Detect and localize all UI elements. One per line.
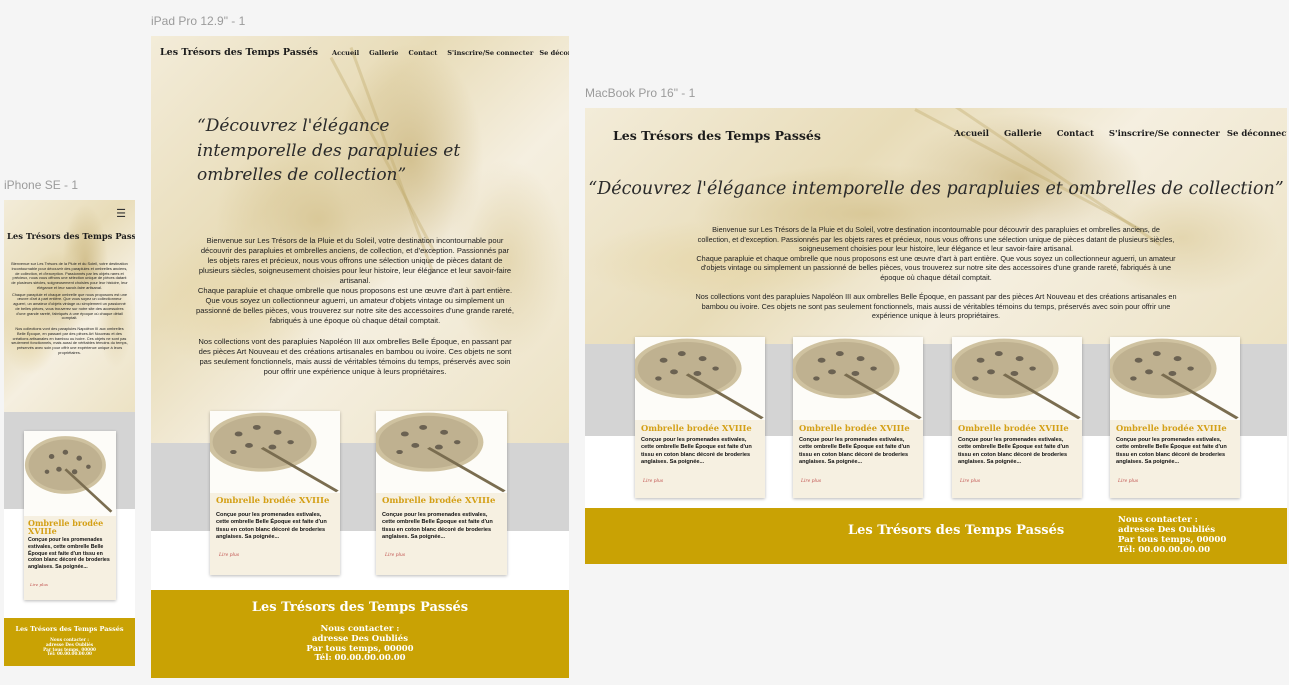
site-footer: Les Trésors des Temps Passés Nous contac…	[4, 618, 135, 666]
intro-paragraph-2: Chaque parapluie et chaque ombrelle que …	[696, 253, 1176, 282]
product-card-1[interactable]: Ombrelle brodée XVIIIe Conçue pour les p…	[210, 411, 340, 575]
footer-phone: Tél: 00.00.00.00.00	[47, 651, 92, 657]
footer-title: Les Trésors des Temps Passés	[15, 625, 124, 633]
product-description: Conçue pour les promenades estivales, ce…	[641, 437, 752, 465]
intro-paragraph-2: Chaque parapluie et chaque ombrelle que …	[195, 286, 515, 326]
parasol-illustration	[635, 338, 764, 420]
footer-phone: Tél: 00.00.00.00.00	[1118, 544, 1211, 555]
footer-title: Les Trésors des Temps Passés	[848, 523, 1065, 538]
hamburger-icon[interactable]: ☰	[116, 207, 126, 220]
main-nav: Accueil Gallerie Contact S'inscrire/Se c…	[954, 129, 1287, 139]
nav-accueil[interactable]: Accueil	[332, 49, 359, 57]
intro-paragraph-1: Bienvenue sur Les Trésors de la Pluie et…	[11, 261, 128, 290]
main-nav: Accueil Gallerie Contact S'inscrire/Se c…	[332, 49, 569, 57]
product-card-2[interactable]: Ombrelle brodée XVIIIe Conçue pour les p…	[376, 411, 507, 575]
parasol-illustration	[24, 436, 113, 513]
site-brand[interactable]: Les Trésors des Temps Passés	[7, 231, 135, 241]
ipad-frame: Les Trésors des Temps Passés Accueil Gal…	[151, 36, 569, 678]
product-card[interactable]: Ombrelle brodée XVIIIe Conçue pour les p…	[24, 431, 116, 600]
product-description: Conçue pour les promenades estivales, ce…	[382, 512, 493, 540]
product-image[interactable]	[635, 337, 765, 420]
product-description: Conçue pour les promenades estivales, ce…	[1116, 437, 1227, 465]
intro-text: Bienvenue sur Les Trésors de la Pluie et…	[695, 225, 1177, 321]
parasol-illustration	[376, 412, 506, 493]
product-title[interactable]: Ombrelle brodée XVIIIe	[641, 423, 752, 433]
intro-paragraph-3: Nos collections vont des parapluies Napo…	[695, 292, 1177, 321]
product-description: Conçue pour les promenades estivales, ce…	[799, 437, 910, 465]
read-more-link[interactable]: Lire plus	[643, 479, 663, 484]
footer-title: Les Trésors des Temps Passés	[251, 600, 469, 615]
nav-signin[interactable]: S'inscrire/Se connecter	[1109, 129, 1220, 139]
product-title[interactable]: Ombrelle brodée XVIIIe	[958, 423, 1069, 433]
product-image[interactable]	[210, 411, 340, 493]
read-more-link[interactable]: Lire plus	[30, 582, 48, 587]
product-image[interactable]	[952, 337, 1082, 420]
hero-section: ☰ Les Trésors des Temps Passés Bienvenue…	[4, 200, 135, 412]
hero-tagline: “Découvrez l'élégance intemporelle des p…	[197, 116, 461, 186]
read-more-link[interactable]: Lire plus	[219, 553, 239, 558]
hero-section: Les Trésors des Temps Passés Accueil Gal…	[151, 36, 569, 443]
nav-gallerie[interactable]: Gallerie	[1004, 129, 1042, 139]
hero-tagline: “Découvrez l'élégance intemporelle des p…	[588, 179, 1284, 199]
parasol-illustration	[1110, 338, 1239, 420]
product-description: Conçue pour les promenades estivales, ce…	[28, 537, 110, 571]
hero-section: Les Trésors des Temps Passés Accueil Gal…	[585, 108, 1287, 344]
nav-signout[interactable]: Se déconnecter	[539, 49, 569, 57]
nav-contact[interactable]: Contact	[1057, 129, 1094, 139]
nav-contact[interactable]: Contact	[408, 49, 437, 57]
nav-gallerie[interactable]: Gallerie	[369, 49, 398, 57]
intro-text: Bienvenue sur Les Trésors de la Pluie et…	[195, 236, 515, 377]
read-more-link[interactable]: Lire plus	[960, 479, 980, 484]
nav-accueil[interactable]: Accueil	[954, 129, 989, 139]
footer-contact: Nous contacter : adresse Des Oubliés Par…	[151, 624, 569, 664]
footer-contact: Nous contacter : adresse Des Oubliés Par…	[4, 637, 135, 657]
footer-phone: Tél: 00.00.00.00.00	[314, 653, 406, 664]
site-brand[interactable]: Les Trésors des Temps Passés	[160, 47, 318, 58]
site-footer: Les Trésors des Temps Passés Nous contac…	[585, 508, 1287, 564]
product-title[interactable]: Ombrelle brodée XVIIIe	[799, 423, 910, 433]
frame-label-macbook: MacBook Pro 16" - 1	[585, 86, 696, 100]
read-more-link[interactable]: Lire plus	[1118, 479, 1138, 484]
product-description: Conçue pour les promenades estivales, ce…	[958, 437, 1069, 465]
product-title[interactable]: Ombrelle brodée XVIIIe	[28, 519, 112, 536]
frame-label-iphone: iPhone SE - 1	[4, 178, 79, 192]
parasol-illustration	[952, 338, 1081, 420]
intro-text: Bienvenue sur Les Trésors de la Pluie et…	[11, 261, 128, 356]
product-title[interactable]: Ombrelle brodée XVIIIe	[216, 496, 329, 506]
parasol-illustration	[210, 412, 339, 493]
intro-paragraph-2: Chaque parapluie et chaque ombrelle que …	[11, 291, 128, 321]
product-card-3[interactable]: Ombrelle brodée XVIIIe Conçue pour les p…	[952, 337, 1082, 498]
footer-contact: Nous contacter : adresse Des Oubliés Par…	[1118, 515, 1226, 556]
product-card-2[interactable]: Ombrelle brodée XVIIIe Conçue pour les p…	[793, 337, 923, 498]
intro-paragraph-3: Nos collections vont des parapluies Napo…	[198, 337, 512, 377]
parasol-illustration	[793, 338, 922, 420]
frame-label-ipad: iPad Pro 12.9" - 1	[151, 14, 246, 28]
nav-signin[interactable]: S'inscrire/Se connecter	[447, 49, 533, 57]
iphone-frame: ☰ Les Trésors des Temps Passés Bienvenue…	[4, 200, 135, 666]
product-card-4[interactable]: Ombrelle brodée XVIIIe Conçue pour les p…	[1110, 337, 1240, 498]
product-image[interactable]	[1110, 337, 1240, 420]
nav-signout[interactable]: Se déconnecter	[1227, 129, 1287, 139]
product-description: Conçue pour les promenades estivales, ce…	[216, 512, 327, 540]
product-image[interactable]	[793, 337, 923, 420]
site-footer: Les Trésors des Temps Passés Nous contac…	[151, 590, 569, 678]
read-more-link[interactable]: Lire plus	[801, 479, 821, 484]
product-image[interactable]	[24, 431, 116, 516]
read-more-link[interactable]: Lire plus	[385, 553, 405, 558]
product-title[interactable]: Ombrelle brodée XVIIIe	[1116, 423, 1227, 433]
macbook-frame: Les Trésors des Temps Passés Accueil Gal…	[585, 108, 1287, 564]
intro-paragraph-3: Nos collections vont des parapluies Napo…	[11, 326, 128, 356]
site-brand[interactable]: Les Trésors des Temps Passés	[613, 128, 821, 143]
intro-paragraph-1: Bienvenue sur Les Trésors de la Pluie et…	[198, 236, 512, 286]
intro-paragraph-1: Bienvenue sur Les Trésors de la Pluie et…	[697, 225, 1175, 254]
product-image[interactable]	[376, 411, 507, 493]
product-title[interactable]: Ombrelle brodée XVIIIe	[382, 496, 495, 506]
product-card-1[interactable]: Ombrelle brodée XVIIIe Conçue pour les p…	[635, 337, 765, 498]
